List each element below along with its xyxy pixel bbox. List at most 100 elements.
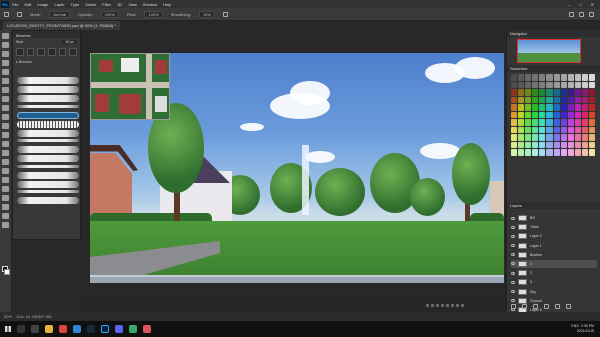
color-swatch[interactable] [588, 111, 595, 119]
brush-stroke-preview[interactable] [17, 189, 79, 193]
color-swatch[interactable] [525, 134, 532, 141]
color-swatch[interactable] [574, 96, 581, 104]
mode-select[interactable]: Normal [49, 10, 71, 18]
color-swatch[interactable] [518, 149, 525, 156]
color-swatch[interactable] [553, 126, 560, 134]
color-swatch[interactable] [560, 149, 567, 156]
menu-select[interactable]: Select [85, 2, 96, 7]
color-swatch[interactable] [588, 126, 595, 134]
menu-edit[interactable]: Edit [24, 2, 31, 7]
close-icon[interactable]: ✕ [591, 2, 594, 7]
lasso-tool-icon[interactable] [2, 51, 9, 57]
home-icon[interactable] [4, 11, 9, 17]
color-swatch[interactable] [588, 81, 595, 89]
layer-row[interactable]: Layer 2 [511, 232, 597, 240]
color-swatch[interactable] [532, 81, 539, 89]
brush-preset[interactable] [48, 48, 56, 56]
color-swatch[interactable] [546, 134, 553, 141]
eye-icon[interactable] [511, 244, 515, 248]
color-swatch[interactable] [560, 134, 567, 141]
color-swatch[interactable] [567, 111, 574, 119]
color-swatch[interactable] [567, 126, 574, 134]
reference-image[interactable] [90, 53, 170, 120]
language-indicator[interactable]: ENG [571, 324, 579, 328]
color-swatch[interactable] [581, 111, 588, 119]
color-swatch[interactable] [574, 149, 581, 156]
eraser-tool-icon[interactable] [2, 132, 9, 138]
eye-icon[interactable] [511, 216, 515, 220]
eye-icon[interactable] [511, 299, 515, 303]
layer-row[interactable]: BG [511, 214, 597, 222]
color-swatch[interactable] [532, 111, 539, 119]
menu-window[interactable]: Window [143, 2, 157, 7]
search-icon[interactable] [17, 325, 25, 333]
fx-icon[interactable] [522, 304, 527, 309]
color-swatch[interactable] [539, 119, 546, 126]
color-swatch[interactable] [553, 149, 560, 156]
color-swatch[interactable] [581, 104, 588, 111]
color-swatch[interactable] [560, 111, 567, 119]
minimize-icon[interactable]: – [568, 2, 570, 7]
brush-preset[interactable] [58, 48, 67, 56]
app-icon[interactable] [129, 325, 137, 333]
pen-tool-icon[interactable] [2, 168, 9, 174]
color-swatch[interactable] [532, 89, 539, 96]
color-swatch[interactable] [511, 141, 518, 149]
color-swatch[interactable] [567, 74, 574, 81]
menu-view[interactable]: View [128, 2, 137, 7]
navigator-preview[interactable] [517, 39, 581, 63]
eye-icon[interactable] [511, 262, 515, 266]
color-swatch[interactable] [518, 134, 525, 141]
color-swatch[interactable] [567, 119, 574, 126]
brush-folder[interactable]: ▸ Brushes [13, 58, 80, 66]
color-swatch[interactable] [581, 149, 588, 156]
color-swatch[interactable] [532, 134, 539, 141]
color-swatch[interactable] [518, 111, 525, 119]
eye-icon[interactable] [511, 280, 515, 284]
navigator-panel-title[interactable]: Navigator [507, 30, 600, 37]
menu-image[interactable]: Image [37, 2, 48, 7]
color-swatch[interactable] [539, 149, 546, 156]
color-swatch[interactable] [518, 96, 525, 104]
color-swatch[interactable] [581, 74, 588, 81]
color-swatch[interactable] [525, 119, 532, 126]
color-swatch[interactable] [574, 126, 581, 134]
color-swatch[interactable] [532, 119, 539, 126]
brush-preset[interactable] [37, 48, 46, 56]
photoshop-taskbar-icon[interactable] [101, 325, 109, 333]
color-swatch[interactable] [574, 89, 581, 96]
color-swatch[interactable] [511, 111, 518, 119]
shape-tool-icon[interactable] [2, 195, 9, 201]
share-icon[interactable] [589, 11, 594, 17]
search-icon[interactable] [569, 11, 574, 17]
color-swatch[interactable] [546, 149, 553, 156]
color-swatch[interactable] [553, 89, 560, 96]
color-swatch[interactable] [553, 119, 560, 126]
color-swatch[interactable] [539, 134, 546, 141]
gear-icon[interactable] [222, 11, 228, 17]
brush-size-field[interactable]: 60 px [62, 40, 77, 44]
color-swatch[interactable] [553, 74, 560, 81]
color-swatch[interactable] [532, 149, 539, 156]
color-swatch[interactable] [567, 134, 574, 141]
color-swatch[interactable] [518, 119, 525, 126]
color-swatch[interactable] [553, 96, 560, 104]
discord-icon[interactable] [115, 325, 123, 333]
color-swatch[interactable] [539, 104, 546, 111]
color-swatch[interactable] [567, 96, 574, 104]
color-swatch[interactable] [525, 74, 532, 81]
brush-stroke-preview[interactable] [17, 146, 79, 154]
color-swatch[interactable] [546, 111, 553, 119]
move-tool-icon[interactable] [2, 33, 9, 39]
trash-icon[interactable] [566, 304, 571, 309]
hand-tool-icon[interactable] [2, 204, 9, 210]
color-swatch[interactable] [546, 74, 553, 81]
color-swatch[interactable] [518, 89, 525, 96]
color-swatch[interactable] [574, 134, 581, 141]
color-swatch[interactable] [546, 141, 553, 149]
color-swatch[interactable] [581, 96, 588, 104]
color-swatch[interactable] [518, 126, 525, 134]
color-swatch[interactable] [546, 96, 553, 104]
color-swatch[interactable] [574, 119, 581, 126]
crop-tool-icon[interactable] [2, 69, 9, 75]
